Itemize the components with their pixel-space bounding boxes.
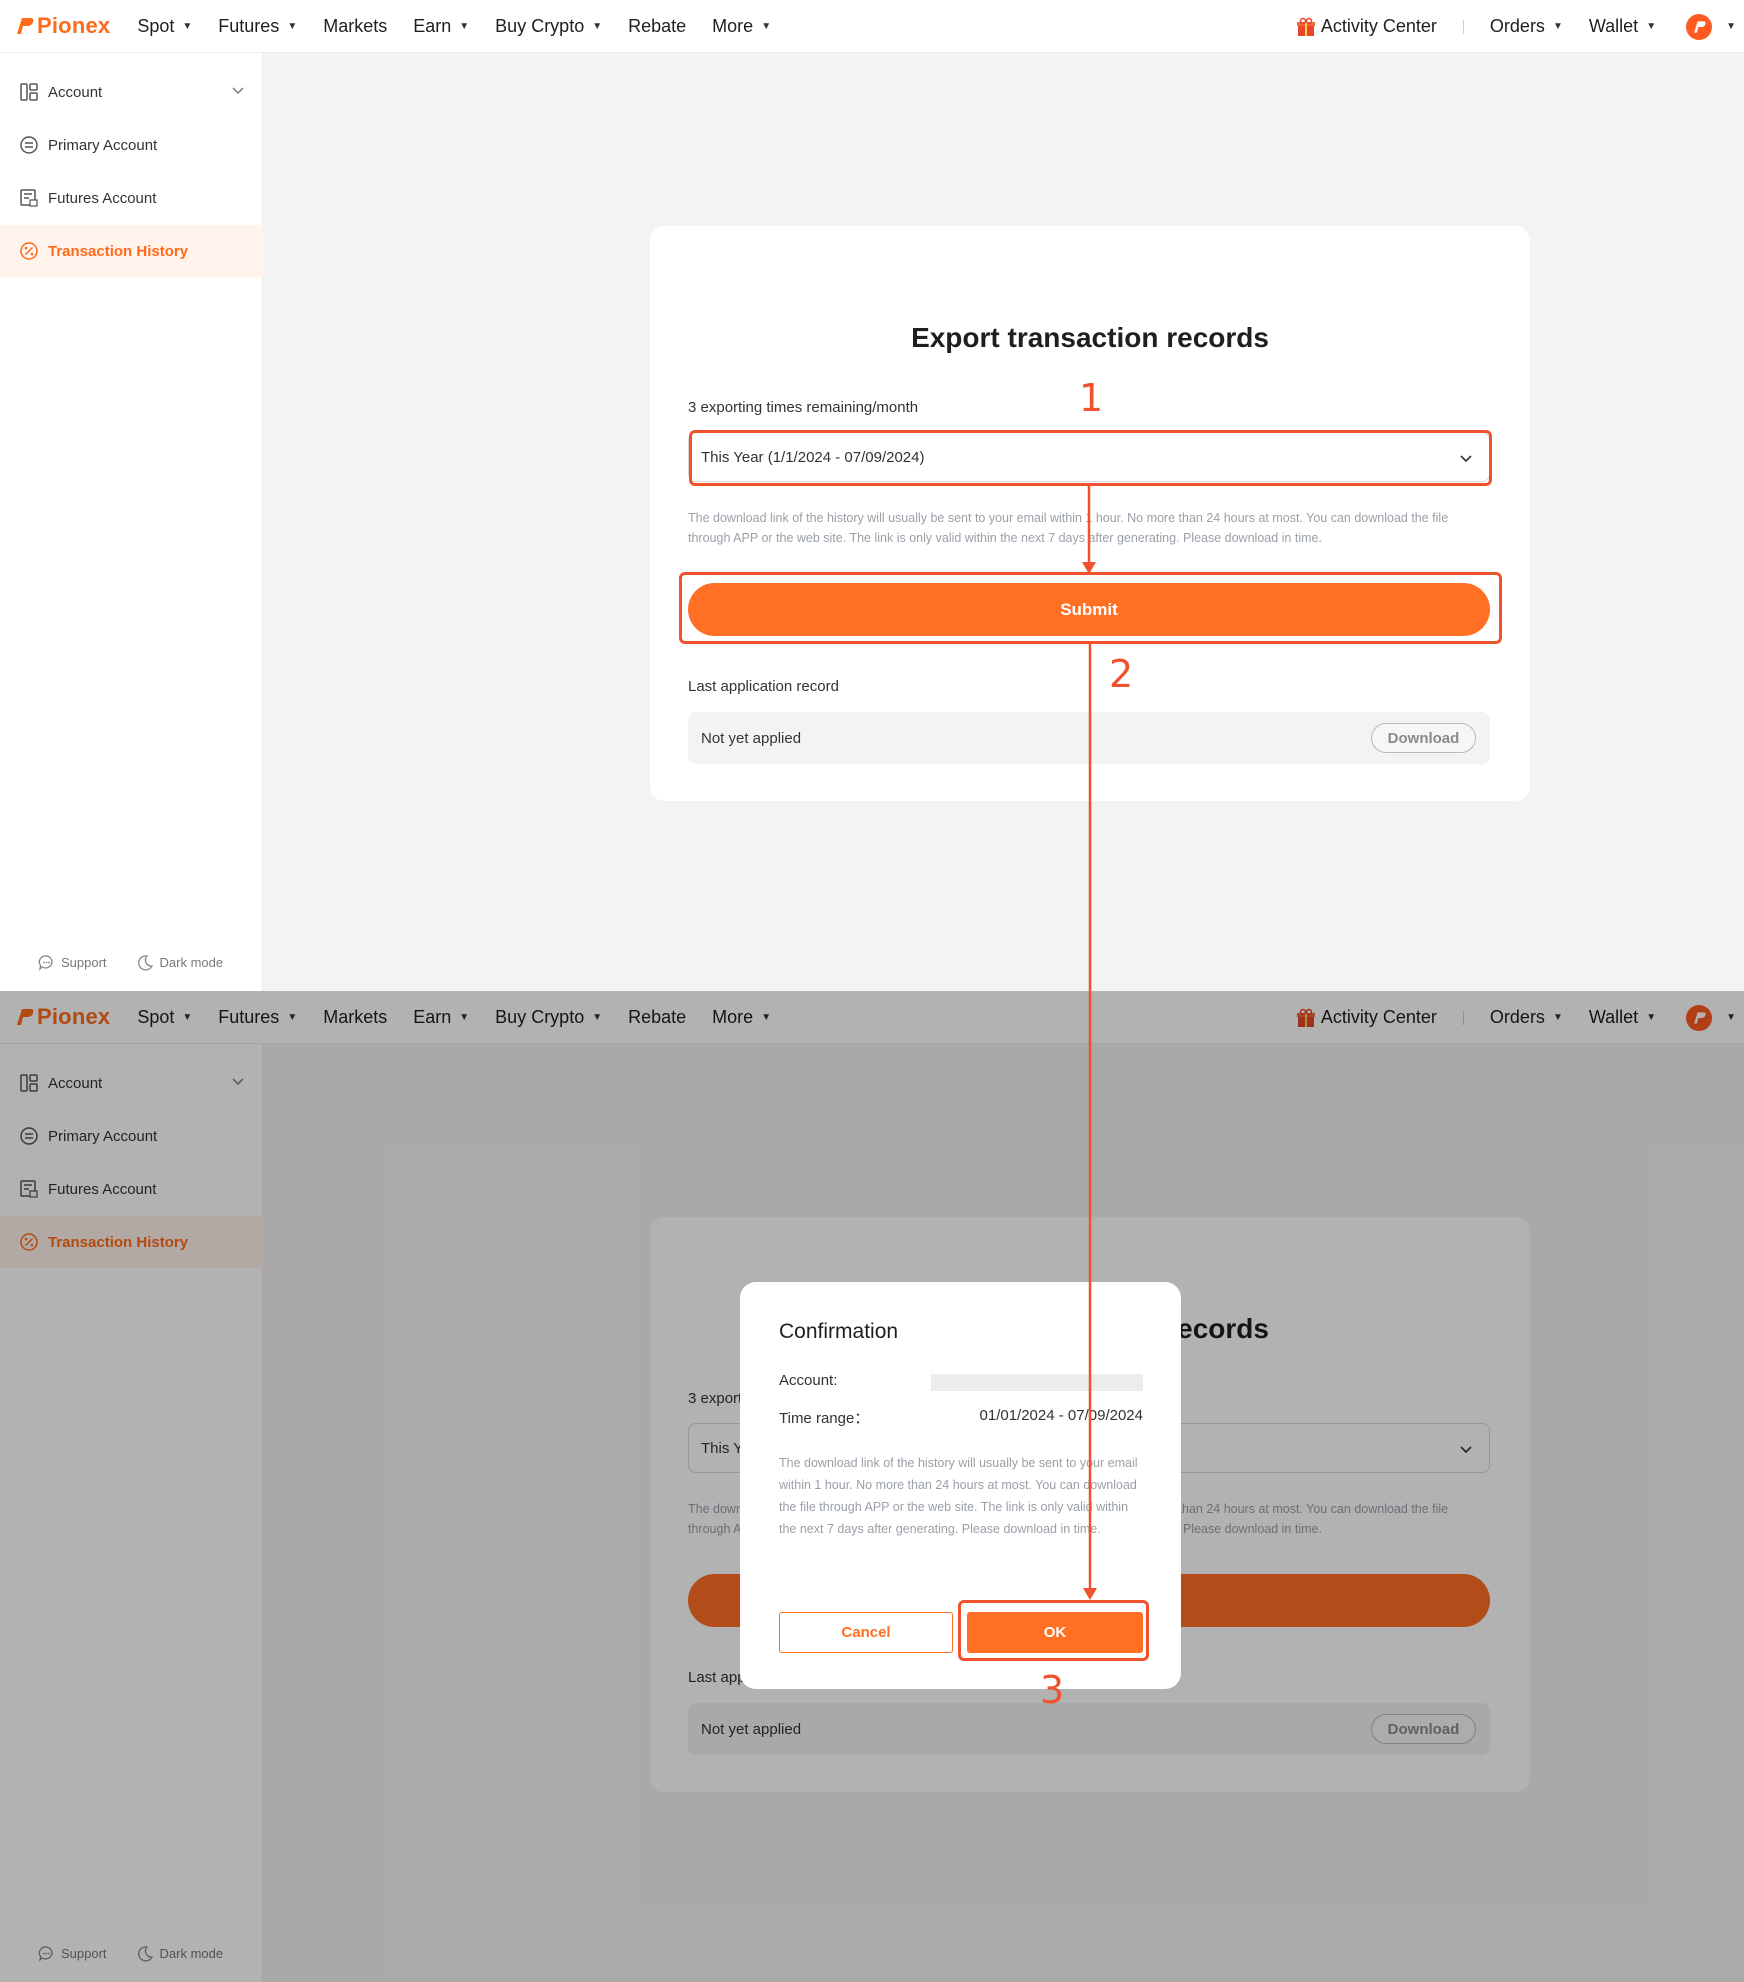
caret-down-icon[interactable]: ▼ <box>1726 21 1736 32</box>
last-record-row: Not yet applied Download <box>688 712 1490 764</box>
chevron-down-icon <box>232 87 244 95</box>
annotation-box-time-range <box>689 430 1492 486</box>
last-record-label: Last application record <box>688 678 839 695</box>
user-avatar[interactable] <box>1686 13 1713 40</box>
masked-account-value <box>931 1374 1143 1391</box>
nav-activity-center[interactable]: Activity Center <box>1296 16 1437 37</box>
brand-logo[interactable]: Pionex <box>14 13 110 39</box>
primary-account-icon <box>20 136 38 154</box>
chat-bubble-icon <box>38 955 53 971</box>
annotation-step-3: 3 <box>1040 1668 1065 1712</box>
time-range-row: Time range： 01/01/2024 - 07/09/2024 <box>779 1407 1143 1427</box>
annotation-step-1: 1 <box>1079 376 1104 420</box>
top-nav: Pionex Spot ▼ Futures ▼ Markets Earn ▼ Buy … <box>0 0 1744 53</box>
nav-orders[interactable]: Orders ▼ <box>1490 16 1563 37</box>
remaining-count: 3 exporting times remaining/month <box>688 399 919 416</box>
sidebar: Account Primary Account Futures Account … <box>0 53 263 991</box>
nav-more[interactable]: More ▼ <box>712 16 771 37</box>
nav-wallet[interactable]: Wallet ▼ <box>1589 16 1656 37</box>
sidebar-item-futures-account[interactable]: Futures Account <box>0 172 263 224</box>
dialog-hint: The download link of the history will us… <box>779 1456 1138 1536</box>
download-button[interactable]: Download <box>1371 723 1476 753</box>
cancel-button[interactable]: Cancel <box>779 1612 953 1653</box>
account-grid-icon <box>20 83 38 101</box>
nav-buy-crypto[interactable]: Buy Crypto ▼ <box>495 16 602 37</box>
nav-divider <box>1462 19 1464 34</box>
screenshot-step-two: Pionex Spot ▼ Futures ▼ Markets Earn ▼ Buy … <box>0 991 1744 1982</box>
dark-mode-toggle[interactable]: Dark mode <box>137 954 223 971</box>
pionex-logo-icon <box>17 18 34 34</box>
nav-spot[interactable]: Spot ▼ <box>137 16 192 37</box>
caret-down-icon: ▼ <box>761 20 772 32</box>
page-title: Export transaction records <box>911 322 1269 353</box>
nav-rebate[interactable]: Rebate <box>628 16 686 37</box>
support-link[interactable]: Support <box>38 954 107 971</box>
caret-down-icon: ▼ <box>459 20 470 32</box>
annotation-box-ok <box>958 1600 1149 1661</box>
caret-down-icon: ▼ <box>592 20 603 32</box>
pionex-logo-icon <box>1694 20 1706 33</box>
screenshot-step-one: Pionex Spot ▼ Futures ▼ Markets Earn ▼ Buy … <box>0 0 1744 991</box>
caret-down-icon: ▼ <box>1646 21 1657 32</box>
sidebar-item-transaction-history[interactable]: Transaction History <box>0 225 263 277</box>
sidebar-item-primary-account[interactable]: Primary Account <box>0 119 263 171</box>
nav-earn[interactable]: Earn ▼ <box>413 16 469 37</box>
annotation-step-2: 2 <box>1109 652 1134 696</box>
caret-down-icon: ▼ <box>182 20 193 32</box>
caret-down-icon: ▼ <box>1552 21 1563 32</box>
account-row: Account: <box>779 1372 1143 1394</box>
export-hint: The download link of the history will us… <box>688 511 1449 545</box>
dialog-title: Confirmation <box>779 1320 899 1343</box>
sidebar-item-account[interactable]: Account <box>0 66 263 118</box>
gift-icon <box>1296 17 1315 36</box>
brand-name: Pionex <box>37 13 111 38</box>
caret-down-icon: ▼ <box>287 20 298 32</box>
nav-futures[interactable]: Futures ▼ <box>218 16 297 37</box>
nav-markets[interactable]: Markets <box>323 16 387 37</box>
export-card: Export transaction records 3 exporting t… <box>650 226 1530 801</box>
moon-icon <box>137 955 153 971</box>
futures-account-icon <box>20 189 38 207</box>
transaction-history-icon <box>20 242 38 260</box>
annotation-box-submit <box>679 572 1502 644</box>
